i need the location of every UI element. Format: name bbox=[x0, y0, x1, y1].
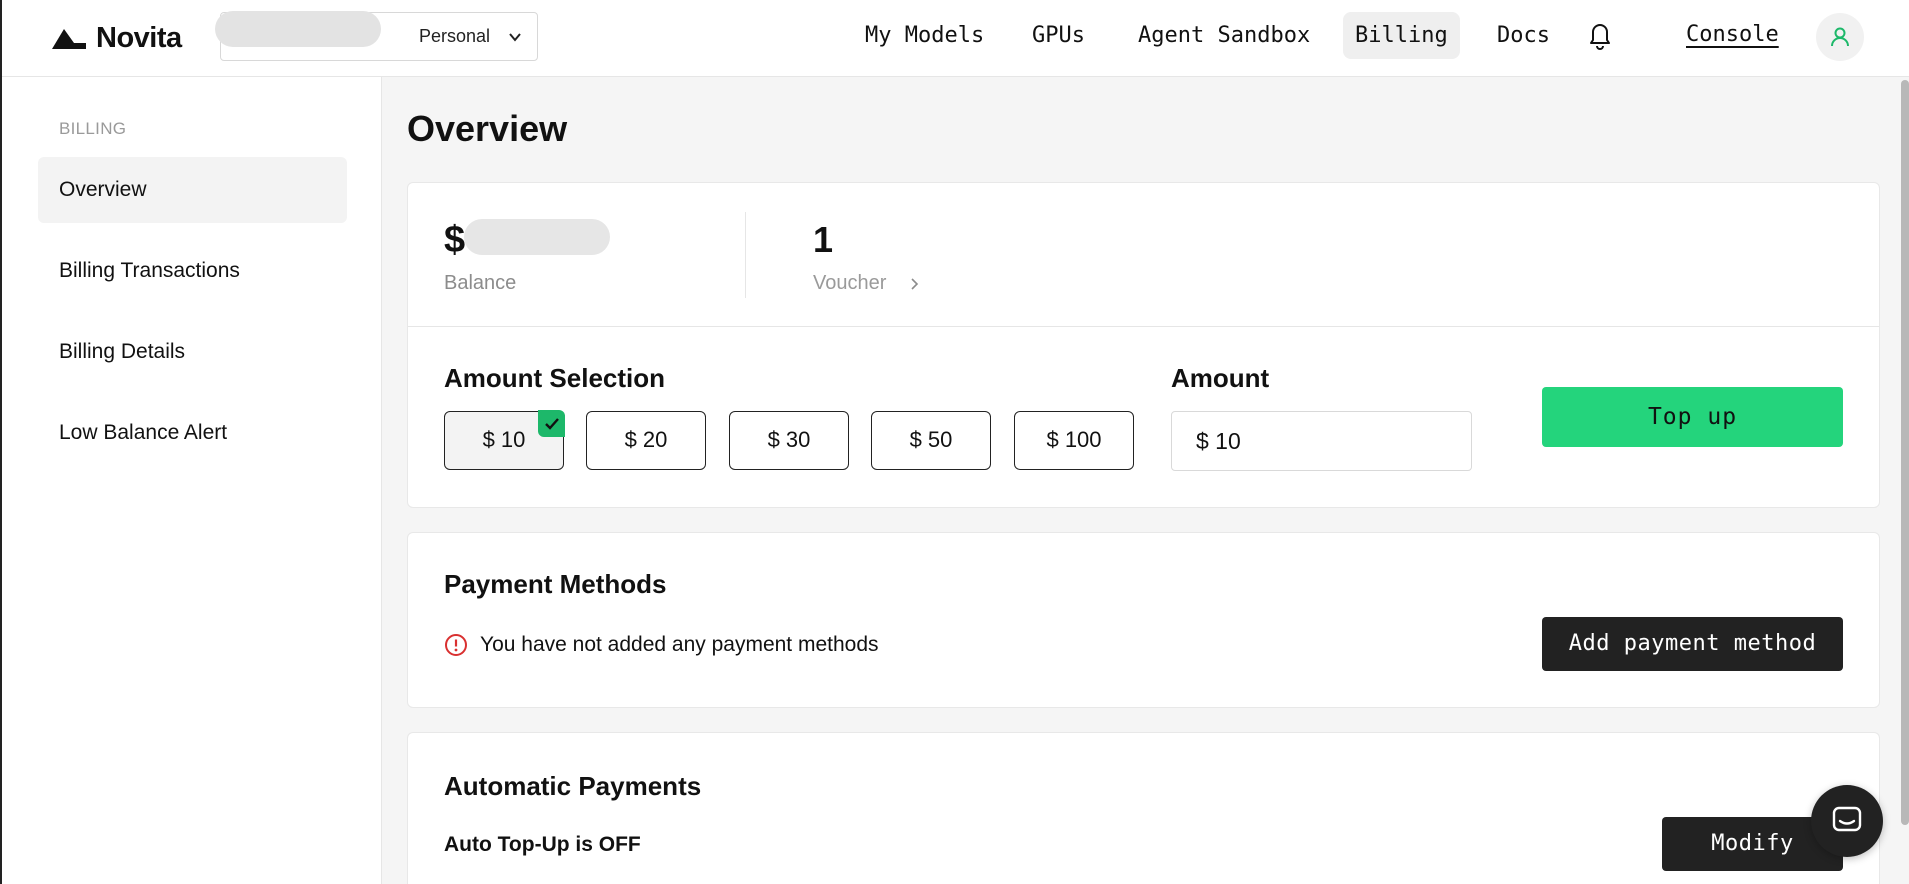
amount-input[interactable] bbox=[1171, 411, 1472, 471]
brand-logo[interactable]: Novita bbox=[50, 22, 182, 55]
amount-option-50[interactable]: $ 50 bbox=[871, 411, 991, 470]
balance-label: Balance bbox=[444, 272, 517, 294]
payment-methods-card: Payment Methods You have not added any p… bbox=[407, 532, 1880, 708]
sidebar-item-overview[interactable]: Overview bbox=[38, 157, 347, 223]
divider bbox=[745, 212, 746, 298]
amount-option-label: $ 100 bbox=[1046, 427, 1102, 452]
avatar[interactable] bbox=[1816, 13, 1864, 61]
scrollbar-thumb[interactable] bbox=[1901, 80, 1909, 825]
bell-icon[interactable] bbox=[1586, 20, 1614, 50]
team-selector[interactable]: Personal bbox=[215, 11, 538, 61]
amount-option-10[interactable]: $ 10 bbox=[444, 410, 565, 470]
divider bbox=[408, 326, 1879, 327]
chat-icon bbox=[1832, 806, 1862, 832]
brand-name: Novita bbox=[96, 22, 182, 54]
amount-option-100[interactable]: $ 100 bbox=[1014, 411, 1134, 470]
amount-option-20[interactable]: $ 20 bbox=[586, 411, 706, 470]
nav-my-models[interactable]: My Models bbox=[853, 12, 996, 59]
sidebar-item-billing-transactions[interactable]: Billing Transactions bbox=[38, 238, 347, 304]
amount-title: Amount bbox=[1171, 363, 1270, 393]
amount-option-label: $ 50 bbox=[909, 427, 953, 452]
console-link[interactable]: Console bbox=[1686, 22, 1779, 47]
auto-topup-status: Auto Top-Up is OFF bbox=[444, 833, 641, 856]
chat-support-button[interactable] bbox=[1811, 785, 1883, 857]
redacted-balance-amount bbox=[464, 219, 610, 255]
amount-option-label: $ 30 bbox=[767, 427, 811, 452]
balance-card: $ Balance 1 Voucher Amount Selection $ 1… bbox=[407, 182, 1880, 508]
payment-methods-title: Payment Methods bbox=[444, 569, 667, 599]
page-title: Overview bbox=[407, 108, 568, 149]
redacted-team-name bbox=[215, 11, 381, 47]
top-navigation-bar: Novita Personal My Models GPUs Agent San… bbox=[2, 0, 1909, 77]
nav-agent-sandbox[interactable]: Agent Sandbox bbox=[1126, 12, 1322, 59]
sidebar-heading: BILLING bbox=[59, 119, 127, 138]
chevron-right-icon[interactable] bbox=[907, 277, 921, 291]
nav-gpus[interactable]: GPUs bbox=[1020, 12, 1097, 59]
balance-currency: $ bbox=[444, 219, 466, 261]
amount-selection-title: Amount Selection bbox=[444, 363, 666, 393]
nav-docs[interactable]: Docs bbox=[1485, 12, 1562, 59]
automatic-payments-title: Automatic Payments bbox=[444, 771, 702, 801]
billing-sidebar: BILLING Overview Billing Transactions Bi… bbox=[2, 77, 382, 884]
voucher-link[interactable]: Voucher bbox=[813, 272, 886, 295]
checkmark-icon bbox=[538, 410, 565, 437]
no-payment-methods-message: You have not added any payment methods bbox=[480, 633, 879, 656]
team-selector-value: Personal bbox=[419, 26, 491, 46]
user-icon bbox=[1831, 27, 1849, 47]
voucher-count: 1 bbox=[813, 219, 834, 260]
sidebar-item-low-balance-alert[interactable]: Low Balance Alert bbox=[38, 400, 347, 466]
novita-logo-icon bbox=[52, 28, 86, 49]
add-payment-method-button[interactable]: Add payment method bbox=[1542, 617, 1843, 671]
sidebar-item-billing-details[interactable]: Billing Details bbox=[38, 319, 347, 385]
amount-option-30[interactable]: $ 30 bbox=[729, 411, 849, 470]
automatic-payments-card: Automatic Payments Auto Top-Up is OFF Mo… bbox=[407, 732, 1880, 884]
top-up-button[interactable]: Top up bbox=[1542, 387, 1843, 447]
amount-option-label: $ 10 bbox=[482, 427, 526, 452]
chevron-down-icon bbox=[509, 33, 521, 42]
alert-circle-icon bbox=[445, 634, 467, 656]
nav-billing[interactable]: Billing bbox=[1343, 12, 1460, 59]
amount-option-label: $ 20 bbox=[624, 427, 668, 452]
